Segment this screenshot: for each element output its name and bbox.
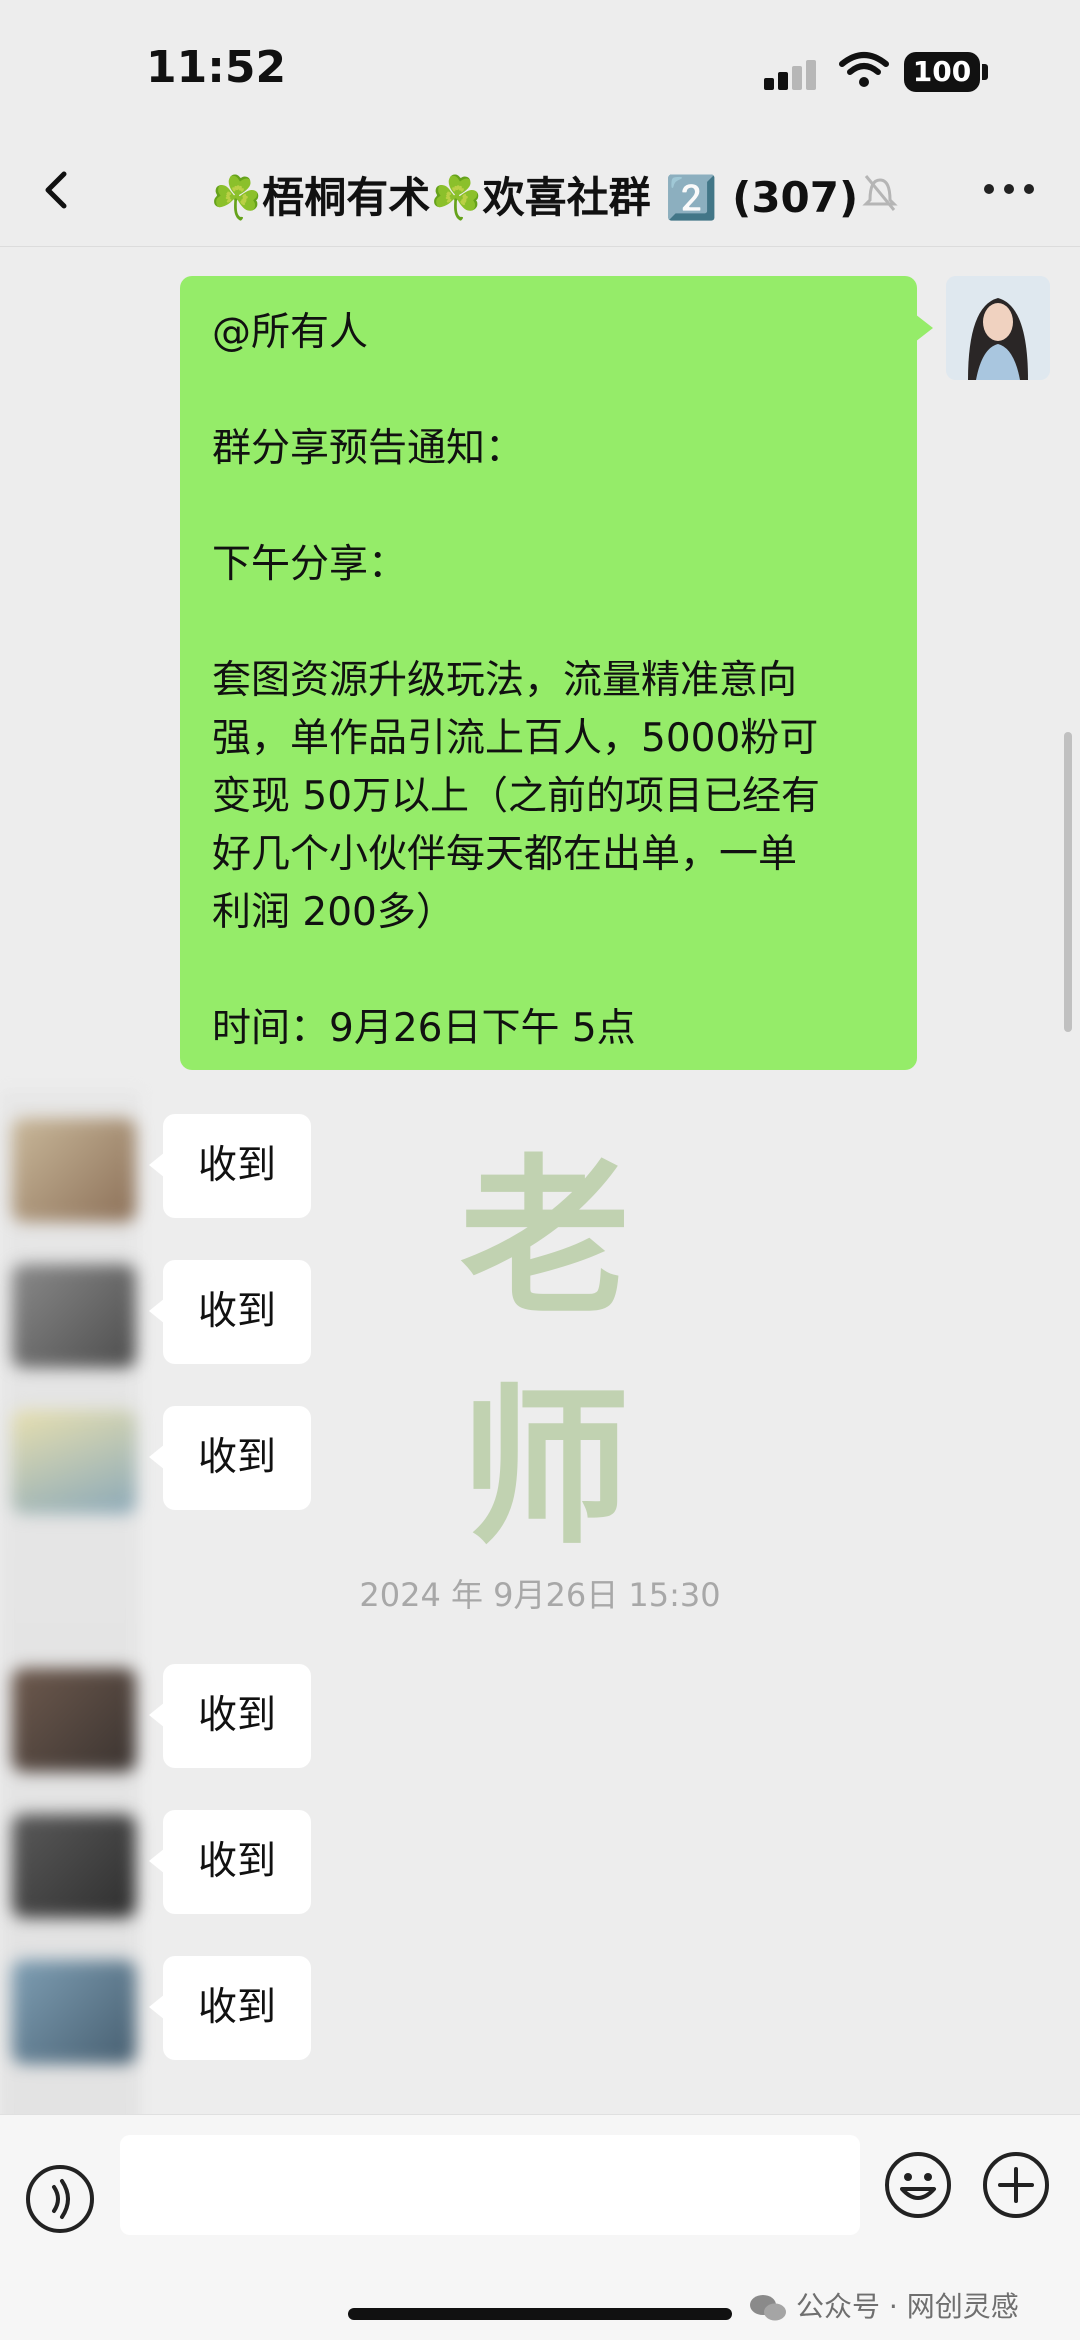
my-avatar[interactable] <box>946 276 1050 380</box>
status-bar: 11:52 100 <box>0 0 1080 140</box>
message-line: 群分享预告通知： <box>212 426 525 471</box>
peer-avatar[interactable] <box>12 1410 136 1514</box>
message-line <box>212 478 885 536</box>
reply-row: 收到 <box>0 1260 1080 1380</box>
message-text-input[interactable] <box>120 2135 860 2235</box>
source-watermark: 公众号 · 网创灵感 <box>748 2285 1019 2325</box>
mute-bell-icon <box>862 175 898 211</box>
message-line: 时间：9月26日下午 5点 <box>212 1006 636 1051</box>
message-line <box>212 362 885 420</box>
peer-avatar[interactable] <box>12 1960 136 2064</box>
home-indicator[interactable] <box>348 2308 732 2320</box>
source-label: 公众号 · 网创灵感 <box>796 2290 1019 2323</box>
message-line <box>212 594 885 652</box>
message-line: 好几个小伙伴每天都在出单，一单 <box>212 832 798 877</box>
wifi-icon <box>839 52 889 87</box>
voice-input-icon[interactable] <box>22 2161 98 2237</box>
reply-bubble[interactable]: 收到 <box>149 1114 311 1218</box>
reply-bubble[interactable]: 收到 <box>149 1260 311 1364</box>
message-line: @所有人 <box>212 310 369 355</box>
message-line: 下午分享： <box>212 542 408 587</box>
emoji-icon[interactable] <box>882 2149 954 2221</box>
announcement-message-bubble[interactable]: @所有人 群分享预告通知： 下午分享： 套图资源升级玩法，流量精准意向 强，单作… <box>180 276 933 1070</box>
message-input-bar: 公众号 · 网创灵感 <box>0 2114 1080 2340</box>
reply-bubble[interactable]: 收到 <box>149 1406 311 1510</box>
peer-avatar[interactable] <box>12 1264 136 1368</box>
message-line: 强，单作品引流上百人，5000粉可 <box>212 716 819 761</box>
reply-row: 收到 <box>0 1114 1080 1234</box>
cellular-signal-icon <box>764 58 824 90</box>
reply-bubble[interactable]: 收到 <box>149 1956 311 2060</box>
reply-row: 收到 <box>0 1664 1080 1784</box>
more-options-icon[interactable] <box>980 184 1040 200</box>
scrollbar-thumb[interactable] <box>1064 732 1072 1032</box>
chat-title: ☘️梧桐有术☘️欢喜社群 2️⃣ (307) <box>210 173 859 222</box>
message-line: 利润 200多） <box>212 890 455 935</box>
peer-avatar[interactable] <box>12 1668 136 1772</box>
message-line: 变现 50万以上（之前的项目已经有 <box>212 774 821 819</box>
status-time: 11:52 <box>146 42 287 93</box>
chat-navbar: ☘️梧桐有术☘️欢喜社群 2️⃣ (307) <box>0 140 1080 247</box>
peer-avatar[interactable] <box>12 1118 136 1222</box>
message-line <box>212 942 885 1000</box>
chat-timestamp: 2024 年 9月26日 15:30 <box>359 1576 721 1614</box>
reply-bubble[interactable]: 收到 <box>149 1810 311 1914</box>
reply-row: 收到 <box>0 1810 1080 1930</box>
add-plus-icon[interactable] <box>980 2149 1052 2221</box>
message-line: 套图资源升级玩法，流量精准意向 <box>212 658 798 703</box>
battery-nub <box>982 64 988 80</box>
reply-row: 收到 <box>0 1956 1080 2076</box>
battery-icon: 100 <box>904 52 980 92</box>
reply-row: 收到 <box>0 1406 1080 1526</box>
wechat-icon <box>750 2295 786 2321</box>
peer-avatar[interactable] <box>12 1814 136 1918</box>
reply-bubble[interactable]: 收到 <box>149 1664 311 1768</box>
back-arrow-icon[interactable] <box>30 160 90 220</box>
